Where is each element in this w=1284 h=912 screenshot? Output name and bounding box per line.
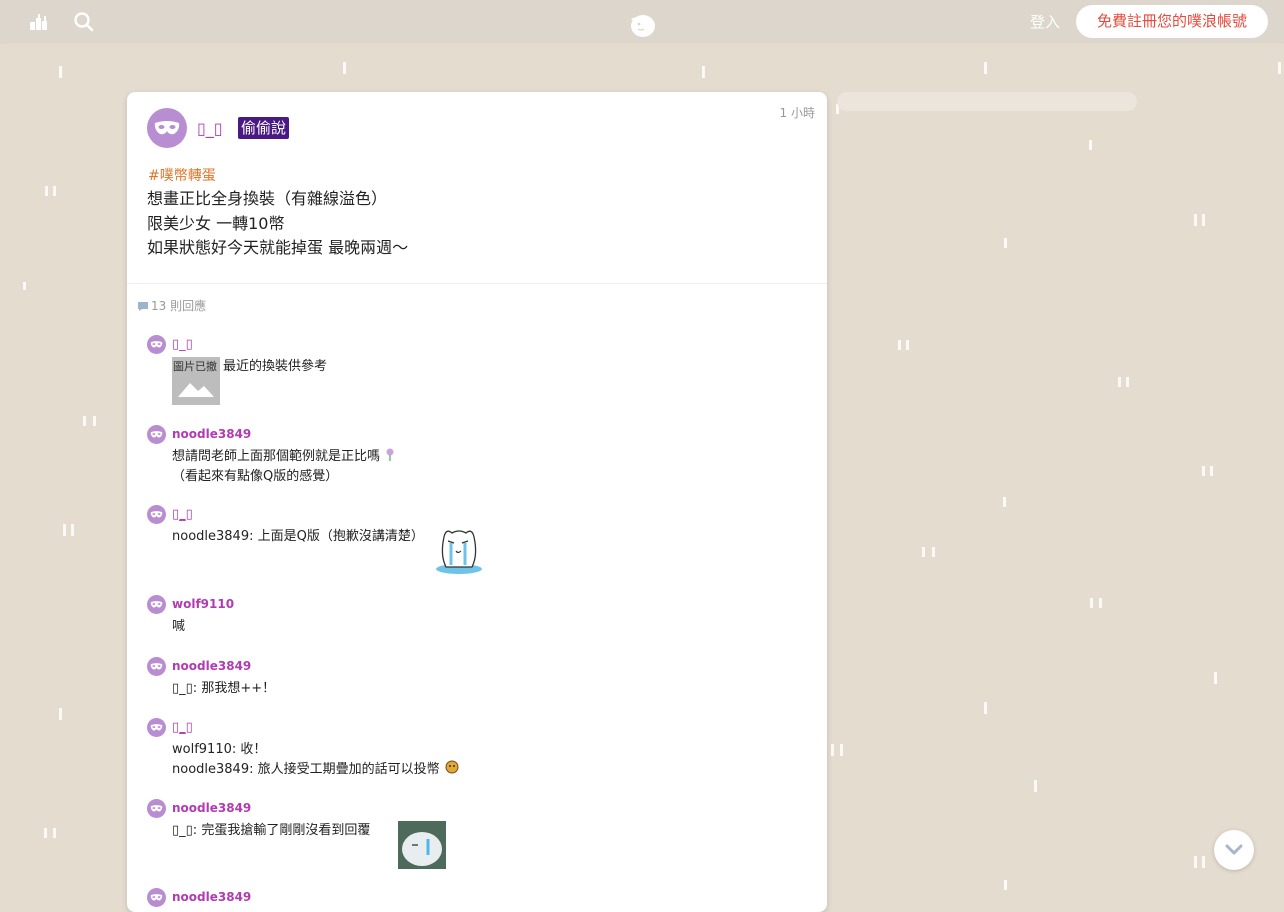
reply-author[interactable]: noodle3849 [172,659,251,673]
reply-line: noodle3849: 旅人接受工期疊加的話可以投幣 [172,762,440,777]
plurk-logo-icon[interactable] [626,11,658,39]
mask-avatar-icon [147,425,166,444]
hashtag-link[interactable]: #噗幣轉蛋 [148,165,216,185]
comment-icon [138,302,148,311]
coin-emoticon-icon [445,760,459,774]
reply-text: noodle3849: 上面是Q版（抱歉沒講清楚） [172,529,424,544]
reply-author[interactable]: noodle3849 [172,427,251,441]
reply-text: ▯_▯: 那我想++！ [172,681,276,696]
mask-avatar-icon [147,657,166,676]
post-content: 想畫正比全身換裝（有雜線溢色） 限美少女 一轉10幣 如果狀態好今天就能掉蛋 最… [147,187,408,261]
search-icon[interactable] [72,10,96,34]
post-line: 限美少女 一轉10幣 [147,213,285,233]
mask-avatar-icon [147,595,166,614]
reply-count[interactable]: 13 則回應 [137,297,206,314]
mask-avatar-icon [147,888,166,907]
sidebar-placeholder [837,92,1137,111]
post-card: ▯_▯ 偷偷說 1 小時 #噗幣轉蛋 想畫正比全身換裝（有雜線溢色） 限美少女 … [127,92,827,912]
mask-avatar-icon [147,718,166,737]
skyline-icon[interactable] [28,10,52,34]
post-line: 如果狀態好今天就能掉蛋 最晚兩週〜 [147,238,409,257]
reply-author[interactable]: wolf9110 [172,597,234,611]
post-time: 1 小時 [779,106,815,120]
reply-text: ▯_▯: 完蛋我搶輸了剛剛沒看到回覆 [172,823,371,838]
flower-emoticon-icon [386,448,394,461]
reply-author[interactable]: ▯_▯ [172,337,193,352]
mask-avatar-icon [147,799,166,818]
mountain-icon [178,383,214,397]
register-button[interactable]: 免費註冊您的噗浪帳號 [1076,5,1268,38]
crying-blob-sticker-icon[interactable] [398,821,446,869]
mask-avatar-icon [147,108,187,148]
reply-line: （看起來有點像Q版的感覺） [172,469,339,484]
scroll-down-button[interactable] [1214,830,1254,870]
secret-tag: 偷偷說 [238,117,290,139]
mask-avatar-icon [147,335,166,354]
reply-line: wolf9110: 收！ [172,742,267,757]
post-author[interactable]: ▯_▯ [197,119,223,138]
reply-text: 想請問老師上面那個範例就是正比嗎 （看起來有點像Q版的感覺） [172,447,396,487]
login-link[interactable]: 登入 [1030,11,1060,32]
reply-line: 想請問老師上面那個範例就是正比嗎 [172,449,381,464]
divider [127,283,827,284]
top-bar: 登入 免費註冊您的噗浪帳號 [0,0,1284,42]
reply-count-label: 13 則回應 [151,299,207,313]
reply-author[interactable]: ▯_▯ [172,507,193,522]
chevron-down-icon [1225,844,1243,855]
reply-author[interactable]: ▯_▯ [172,720,193,735]
reply-author[interactable]: noodle3849 [172,801,251,815]
reply-author[interactable]: noodle3849 [172,890,251,904]
reply-text: 喊 [172,619,186,634]
post-line: 想畫正比全身換裝（有雜線溢色） [147,189,388,208]
removed-image-label: 圖片已撤 [173,360,217,373]
crying-cat-sticker-icon [436,530,482,574]
reply-text: wolf9110: 收！ noodle3849: 旅人接受工期疊加的話可以投幣 [172,740,460,780]
reply-text: 最近的換裝供參考 [223,359,328,374]
removed-image-placeholder[interactable]: 圖片已撤 [172,357,220,405]
mask-avatar-icon [147,505,166,524]
